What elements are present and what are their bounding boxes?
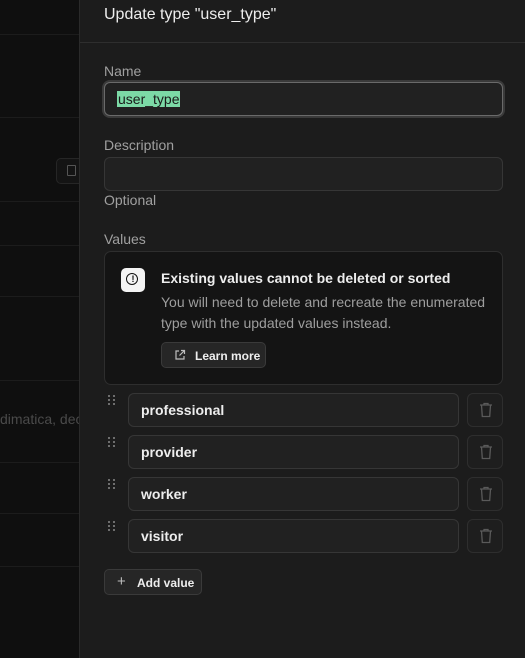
learn-more-label: Learn more — [195, 349, 261, 363]
description-hint: Optional — [104, 192, 157, 208]
value-text: worker — [141, 486, 187, 502]
delete-value-button[interactable] — [467, 477, 503, 511]
delete-value-button[interactable] — [467, 393, 503, 427]
panel-header: Update type "user_type" — [80, 0, 525, 43]
bg-divider — [0, 34, 79, 35]
value-input[interactable]: provider — [128, 435, 459, 469]
value-row: provider — [104, 435, 503, 469]
panel-title: Update type "user_type" — [104, 6, 277, 23]
drag-handle-icon[interactable] — [108, 521, 116, 533]
trash-icon — [480, 402, 492, 418]
add-value-button[interactable]: + Add value — [104, 569, 202, 595]
value-text: professional — [141, 402, 225, 418]
name-input[interactable]: user_type — [104, 82, 503, 116]
value-row: professional — [104, 393, 503, 427]
bg-divider — [0, 245, 79, 246]
delete-value-button[interactable] — [467, 519, 503, 553]
drag-handle-icon[interactable] — [108, 395, 116, 407]
external-link-icon — [175, 349, 186, 360]
trash-icon — [480, 486, 492, 502]
info-callout: Existing values cannot be deleted or sor… — [104, 251, 503, 385]
bg-divider — [0, 201, 79, 202]
background-app: dimatica, dec — [0, 0, 79, 658]
callout-title: Existing values cannot be deleted or sor… — [161, 270, 451, 286]
value-text: visitor — [141, 528, 184, 544]
value-row: worker — [104, 477, 503, 511]
values-label: Values — [104, 231, 146, 247]
add-value-label: Add value — [137, 576, 195, 590]
value-text: provider — [141, 444, 198, 460]
bg-divider — [0, 566, 79, 567]
value-input[interactable]: worker — [128, 477, 459, 511]
value-input[interactable]: visitor — [128, 519, 459, 553]
bg-divider — [0, 380, 79, 381]
plus-icon: + — [117, 573, 126, 590]
delete-value-button[interactable] — [467, 435, 503, 469]
name-value: user_type — [117, 91, 181, 107]
learn-more-button[interactable]: Learn more — [161, 342, 266, 368]
description-label: Description — [104, 137, 175, 153]
update-type-panel: Update type "user_type" Name user_type D… — [79, 0, 525, 658]
bg-row-text: dimatica, dec — [0, 411, 79, 427]
bg-divider — [0, 117, 79, 118]
value-input[interactable]: professional — [128, 393, 459, 427]
drag-handle-icon[interactable] — [108, 479, 116, 491]
callout-body: You will need to delete and recreate the… — [161, 294, 486, 331]
bg-copy-button — [56, 158, 79, 184]
trash-icon — [480, 444, 492, 460]
drag-handle-icon[interactable] — [108, 437, 116, 449]
value-row: visitor — [104, 519, 503, 553]
bg-divider — [0, 296, 79, 297]
bg-divider — [0, 513, 79, 514]
name-label: Name — [104, 63, 142, 79]
bg-divider — [0, 462, 79, 463]
description-input[interactable] — [104, 157, 503, 191]
alert-circle-icon — [121, 268, 145, 292]
trash-icon — [480, 528, 492, 544]
